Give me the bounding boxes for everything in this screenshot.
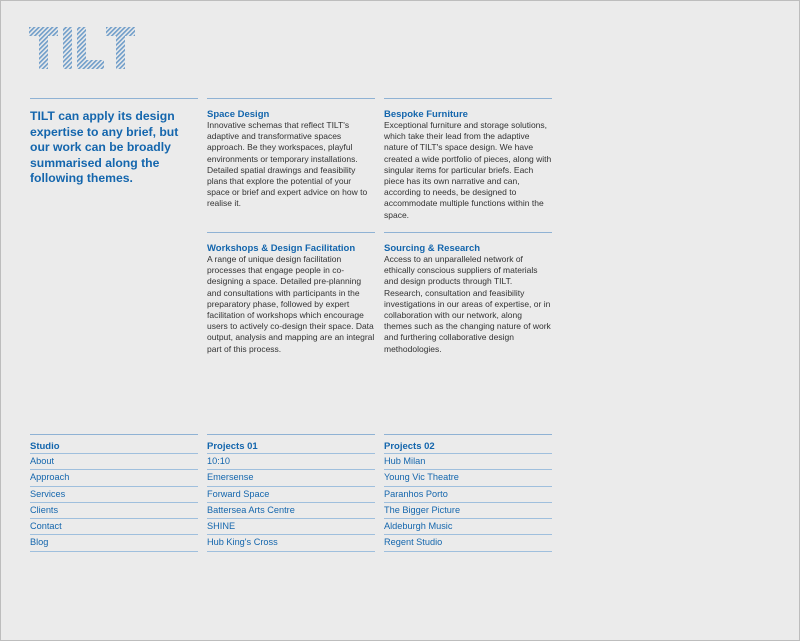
service-workshops: Workshops & Design Facilitation A range … — [207, 232, 375, 355]
nav-link-clients[interactable]: Clients — [30, 501, 198, 518]
project-link[interactable]: Forward Space — [207, 485, 375, 502]
project-link[interactable]: Young Vic Theatre — [384, 469, 552, 485]
project-link[interactable]: Emersense — [207, 469, 375, 485]
intro-statement: TILT can apply its design expertise to a… — [30, 98, 198, 187]
nav-projects-02: Projects 02 Hub Milan Young Vic Theatre … — [384, 434, 552, 552]
service-sourcing-research: Sourcing & Research Access to an unparal… — [384, 232, 552, 355]
nav-link-blog[interactable]: Blog — [30, 534, 198, 552]
tilt-logo[interactable] — [29, 27, 135, 71]
nav-link-approach[interactable]: Approach — [30, 469, 198, 485]
nav-link-contact[interactable]: Contact — [30, 518, 198, 534]
project-link[interactable]: Aldeburgh Music — [384, 518, 552, 534]
nav-studio: Studio About Approach Services Clients C… — [30, 434, 198, 552]
service-bespoke-furniture: Bespoke Furniture Exceptional furniture … — [384, 98, 552, 221]
project-link[interactable]: Regent Studio — [384, 534, 552, 552]
project-link[interactable]: SHINE — [207, 518, 375, 534]
nav-link-services[interactable]: Services — [30, 485, 198, 502]
service-description: A range of unique design facilitation pr… — [207, 254, 375, 354]
project-link[interactable]: Battersea Arts Centre — [207, 501, 375, 518]
service-space-design: Space Design Innovative schemas that ref… — [207, 98, 375, 210]
service-description: Innovative schemas that reflect TILT's a… — [207, 120, 368, 209]
service-title: Space Design — [207, 109, 270, 120]
service-description: Access to an unparalleled network of eth… — [384, 254, 551, 354]
project-link[interactable]: Hub King's Cross — [207, 534, 375, 552]
project-link[interactable]: Hub Milan — [384, 453, 552, 469]
project-link[interactable]: Paranhos Porto — [384, 485, 552, 502]
service-description: Exceptional furniture and storage soluti… — [384, 120, 552, 220]
service-title: Bespoke Furniture — [384, 109, 468, 120]
nav-heading-projects-02: Projects 02 — [384, 434, 552, 453]
nav-heading-projects-01: Projects 01 — [207, 434, 375, 453]
nav-projects-01: Projects 01 10:10 Emersense Forward Spac… — [207, 434, 375, 552]
service-title: Workshops & Design Facilitation — [207, 243, 356, 254]
project-link[interactable]: The Bigger Picture — [384, 501, 552, 518]
service-title: Sourcing & Research — [384, 243, 481, 254]
nav-heading-studio: Studio — [30, 434, 198, 453]
